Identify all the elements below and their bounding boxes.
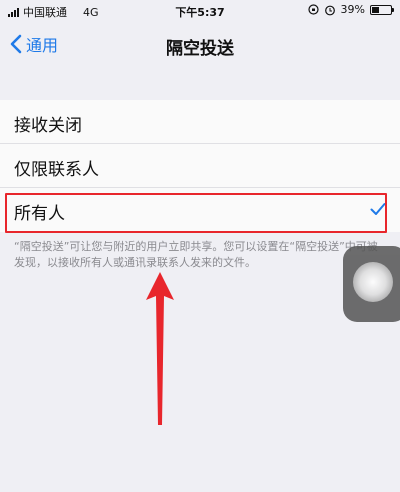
assistive-touch-icon (353, 262, 393, 302)
lock-rotation-icon (307, 4, 319, 15)
option-label: 接收关闭 (14, 116, 82, 136)
annotation-arrow-icon (146, 272, 174, 425)
battery-fill (372, 6, 380, 13)
battery-percent: 39% (340, 3, 365, 16)
option-receiving-off[interactable]: 接收关闭 (0, 100, 400, 144)
page-title: 隔空投送 (166, 39, 234, 59)
option-label: 仅限联系人 (14, 160, 99, 180)
footer-note: “隔空投送”可让您与附近的用户立即共享。您可以设置在“隔空投送”中可被发现，以接… (14, 240, 378, 269)
annotation-highlight-box (5, 193, 387, 233)
battery-icon (370, 4, 394, 15)
option-contacts-only[interactable]: 仅限联系人 (0, 144, 400, 188)
alarm-icon (324, 5, 335, 15)
nav-bar: 通用 隔空投送 (0, 22, 400, 66)
status-bar: 中国联通 4G 下午5:37 39% (0, 0, 400, 22)
assistive-touch-button[interactable] (343, 246, 400, 322)
status-right: 39% (307, 3, 394, 16)
